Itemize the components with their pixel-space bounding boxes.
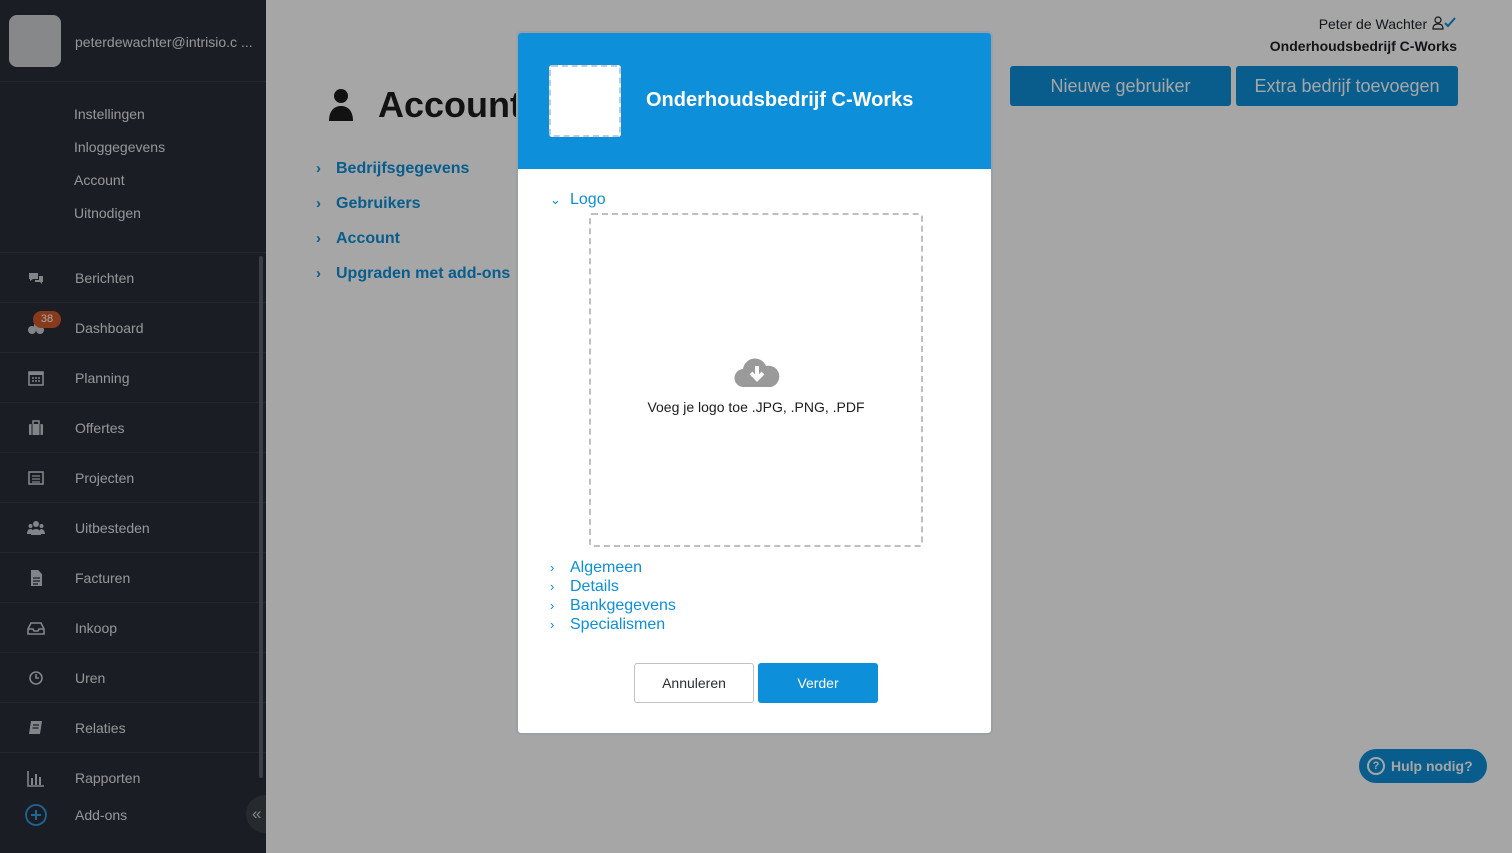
section-logo[interactable]: ⌄ Logo — [550, 191, 606, 209]
modal-header: Onderhoudsbedrijf C-Works — [518, 33, 991, 169]
cancel-button[interactable]: Annuleren — [634, 663, 754, 703]
company-modal: Onderhoudsbedrijf C-Works ⌄ Logo Voeg je … — [516, 31, 993, 735]
section-algemeen[interactable]: › Algemeen — [550, 559, 642, 577]
section-specialismen[interactable]: › Specialismen — [550, 616, 665, 634]
section-details[interactable]: › Details — [550, 578, 619, 596]
section-bankgegevens[interactable]: › Bankgegevens — [550, 597, 676, 615]
section-label: Bankgegevens — [570, 597, 676, 614]
chevron-right-icon: › — [550, 560, 555, 575]
dropzone-text: Voeg je logo toe .JPG, .PNG, .PDF — [647, 399, 865, 415]
section-label: Logo — [570, 191, 606, 208]
chevron-right-icon: › — [550, 579, 555, 594]
section-label: Algemeen — [570, 559, 643, 576]
logo-dropzone[interactable]: Voeg je logo toe .JPG, .PNG, .PDF — [589, 213, 923, 547]
modal-body: ⌄ Logo Voeg je logo toe .JPG, .PNG, .PDF … — [518, 169, 991, 733]
chevron-down-icon: ⌄ — [550, 192, 561, 207]
section-label: Specialismen — [570, 616, 666, 633]
chevron-right-icon: › — [550, 617, 555, 632]
section-label: Details — [570, 578, 619, 595]
modal-company-name: Onderhoudsbedrijf C-Works — [646, 89, 914, 111]
company-logo-placeholder[interactable] — [549, 65, 621, 137]
cloud-download-icon — [734, 358, 780, 388]
chevron-right-icon: › — [550, 598, 555, 613]
next-button[interactable]: Verder — [758, 663, 878, 703]
